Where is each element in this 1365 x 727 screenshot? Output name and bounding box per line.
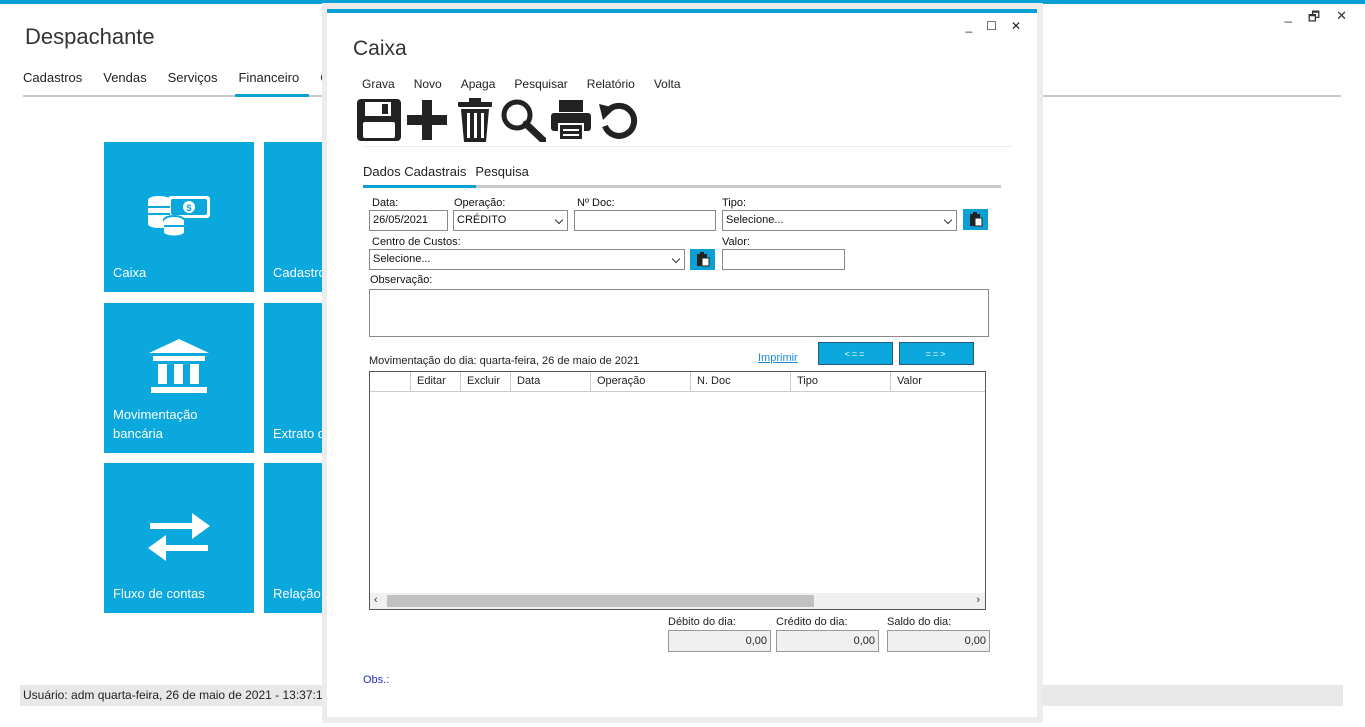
operacao-label: Operação: xyxy=(454,197,506,209)
grid-col-valor[interactable]: Valor xyxy=(891,372,985,392)
search-icon[interactable] xyxy=(499,97,547,143)
tile-label: Movimentação bancária xyxy=(113,407,198,441)
dialog-close-icon[interactable]: ✕ xyxy=(1011,19,1021,33)
tipo-label: Tipo: xyxy=(722,197,747,209)
transfer-arrows-icon xyxy=(104,513,254,561)
menu-grava[interactable]: Grava xyxy=(362,77,395,91)
menu-volta[interactable]: Volta xyxy=(654,77,681,91)
clipboard-icon[interactable] xyxy=(963,209,988,230)
app-title: Despachante xyxy=(25,24,155,49)
debito-field: 0,00 xyxy=(668,630,771,652)
saldo-label: Saldo do dia: xyxy=(887,616,952,628)
dialog-minimize-icon[interactable]: _ xyxy=(965,19,972,33)
ndoc-field[interactable] xyxy=(574,210,716,231)
menu-pesquisar[interactable]: Pesquisar xyxy=(514,77,567,91)
grid-horizontal-scrollbar[interactable]: ‹ › xyxy=(370,593,985,609)
menu-item-financeiro[interactable]: Financeiro xyxy=(238,70,299,85)
tab-active-indicator xyxy=(363,185,476,188)
delete-icon[interactable] xyxy=(451,97,499,143)
tab-pesquisa[interactable]: Pesquisa xyxy=(475,164,528,179)
credito-field: 0,00 xyxy=(776,630,879,652)
observacao-label: Observação: xyxy=(370,274,433,286)
menu-item-cadastros[interactable]: Cadastros xyxy=(23,70,82,85)
tile-movimentacao-bancaria[interactable]: Movimentação bancária xyxy=(104,303,254,453)
credito-label: Crédito do dia: xyxy=(776,616,848,628)
valor-label: Valor: xyxy=(722,236,750,248)
data-field[interactable]: 26/05/2021 xyxy=(369,210,448,231)
undo-icon[interactable] xyxy=(595,97,643,143)
menu-novo[interactable]: Novo xyxy=(414,77,442,91)
centro-custos-select[interactable]: Selecione... xyxy=(369,249,685,270)
debito-label: Débito do dia: xyxy=(668,616,736,628)
ndoc-label: Nº Doc: xyxy=(577,197,615,209)
grid-col-tipo[interactable]: Tipo xyxy=(791,372,891,392)
grid-col-operacao[interactable]: Operação xyxy=(591,372,691,392)
dialog-menu: Grava Novo Apaga Pesquisar Relatório Vol… xyxy=(362,77,700,91)
window-controls: _ 🗗 ✕ xyxy=(1285,8,1347,30)
operacao-select[interactable]: CRÉDITO xyxy=(453,210,568,231)
grid-header: Editar Excluir Data Operação N. Doc Tipo… xyxy=(370,372,985,392)
movimentacao-label: Movimentação do dia: quarta-feira, 26 de… xyxy=(369,355,640,367)
bank-icon xyxy=(104,339,254,393)
scrollbar-thumb[interactable] xyxy=(387,595,814,607)
grid-col-editar[interactable]: Editar xyxy=(411,372,461,392)
print-icon[interactable] xyxy=(547,97,595,143)
caixa-dialog: _ ☐ ✕ Caixa Grava Novo Apaga Pesquisar R… xyxy=(327,9,1037,717)
main-menu: Cadastros Vendas Serviços Financeiro C xyxy=(23,70,351,85)
add-icon[interactable] xyxy=(403,97,451,143)
menu-relatorio[interactable]: Relatório xyxy=(587,77,635,91)
money-icon: $ xyxy=(104,190,254,236)
clipboard-icon[interactable] xyxy=(690,249,715,270)
obs-footer-label: Obs.: xyxy=(363,674,390,686)
tile-fluxo-de-contas[interactable]: Fluxo de contas xyxy=(104,463,254,613)
tile-label: Cadastro xyxy=(273,265,326,280)
save-icon[interactable] xyxy=(355,97,403,143)
tile-label: Extrato d xyxy=(273,426,326,441)
menu-item-servicos[interactable]: Serviços xyxy=(168,70,218,85)
grid-col-excluir[interactable]: Excluir xyxy=(461,372,511,392)
dialog-window-controls: _ ☐ ✕ xyxy=(965,19,1021,33)
scroll-right-icon[interactable]: › xyxy=(976,594,980,606)
grid-col-data[interactable]: Data xyxy=(511,372,591,392)
previous-day-button[interactable]: <== xyxy=(818,342,893,365)
close-icon[interactable]: ✕ xyxy=(1336,8,1347,30)
dialog-toolbar xyxy=(355,97,643,143)
data-label: Data: xyxy=(372,197,399,209)
centro-custos-label: Centro de Custos: xyxy=(372,236,461,248)
tile-label: Fluxo de contas xyxy=(113,586,205,601)
next-day-button[interactable]: ==> xyxy=(899,342,974,365)
movimentacao-grid[interactable]: Editar Excluir Data Operação N. Doc Tipo… xyxy=(369,371,986,610)
observacao-field[interactable] xyxy=(369,289,989,337)
dialog-maximize-icon[interactable]: ☐ xyxy=(986,19,997,33)
minimize-icon[interactable]: _ xyxy=(1285,8,1292,30)
imprimir-link[interactable]: Imprimir xyxy=(758,352,798,364)
scroll-left-icon[interactable]: ‹ xyxy=(374,594,378,606)
menu-active-indicator xyxy=(235,94,309,97)
tab-dados-cadastrais[interactable]: Dados Cadastrais xyxy=(363,164,466,179)
tile-caixa[interactable]: $ Caixa xyxy=(104,142,254,292)
dialog-title: Caixa xyxy=(353,37,407,60)
svg-text:$: $ xyxy=(186,203,191,213)
dialog-tabs: Dados Cadastrais Pesquisa xyxy=(363,164,538,179)
toolbar-separator xyxy=(362,146,1012,147)
menu-apaga[interactable]: Apaga xyxy=(461,77,496,91)
tipo-select[interactable]: Selecione... xyxy=(722,210,957,231)
restore-icon[interactable]: 🗗 xyxy=(1308,8,1320,30)
grid-col-select xyxy=(370,372,411,392)
valor-field[interactable] xyxy=(722,249,845,270)
menu-item-vendas[interactable]: Vendas xyxy=(103,70,146,85)
tile-label: Caixa xyxy=(113,265,147,280)
saldo-field: 0,00 xyxy=(887,630,990,652)
grid-col-ndoc[interactable]: N. Doc xyxy=(691,372,791,392)
